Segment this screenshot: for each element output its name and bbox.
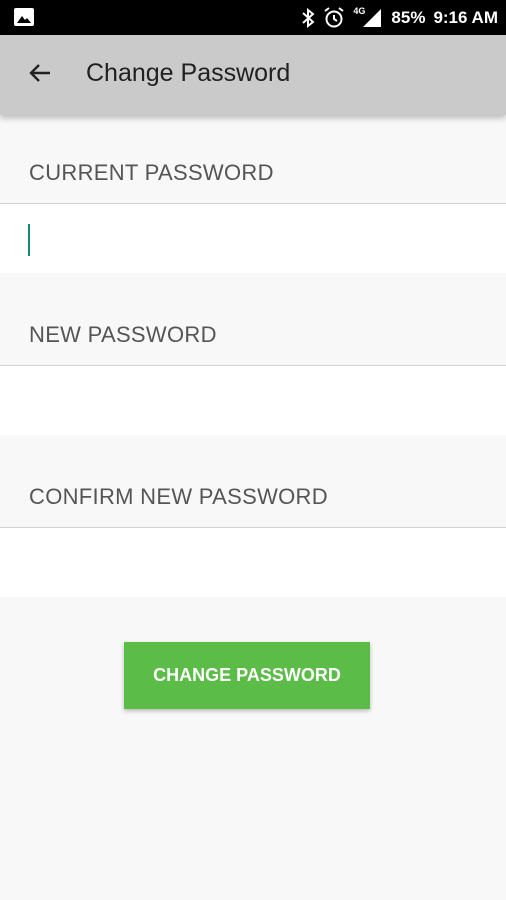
- alarm-icon: [323, 6, 345, 29]
- status-bar: 4G 85% 9:16 AM: [0, 0, 506, 35]
- back-button[interactable]: [22, 57, 58, 93]
- change-password-button[interactable]: CHANGE PASSWORD: [124, 642, 370, 709]
- current-password-field[interactable]: [0, 203, 506, 273]
- signal-icon: 4G: [353, 6, 383, 29]
- clock: 9:16 AM: [433, 7, 498, 27]
- current-password-label: CURRENT PASSWORD: [29, 160, 274, 185]
- text-cursor: [28, 224, 30, 256]
- battery-percent: 85%: [391, 7, 426, 27]
- arrow-back-icon: [28, 61, 52, 90]
- confirm-password-field[interactable]: [0, 527, 506, 597]
- confirm-password-label: CONFIRM NEW PASSWORD: [29, 484, 328, 509]
- confirm-password-input[interactable]: [29, 528, 489, 596]
- status-icons: 4G 85% 9:16 AM: [301, 0, 498, 35]
- app-bar: Change Password: [0, 35, 506, 115]
- new-password-field[interactable]: [0, 365, 506, 435]
- page-title: Change Password: [86, 59, 291, 87]
- new-password-input[interactable]: [29, 366, 489, 434]
- bluetooth-icon: [301, 7, 315, 28]
- image-icon: [14, 8, 34, 26]
- current-password-input[interactable]: [29, 204, 489, 272]
- new-password-label: NEW PASSWORD: [29, 322, 217, 347]
